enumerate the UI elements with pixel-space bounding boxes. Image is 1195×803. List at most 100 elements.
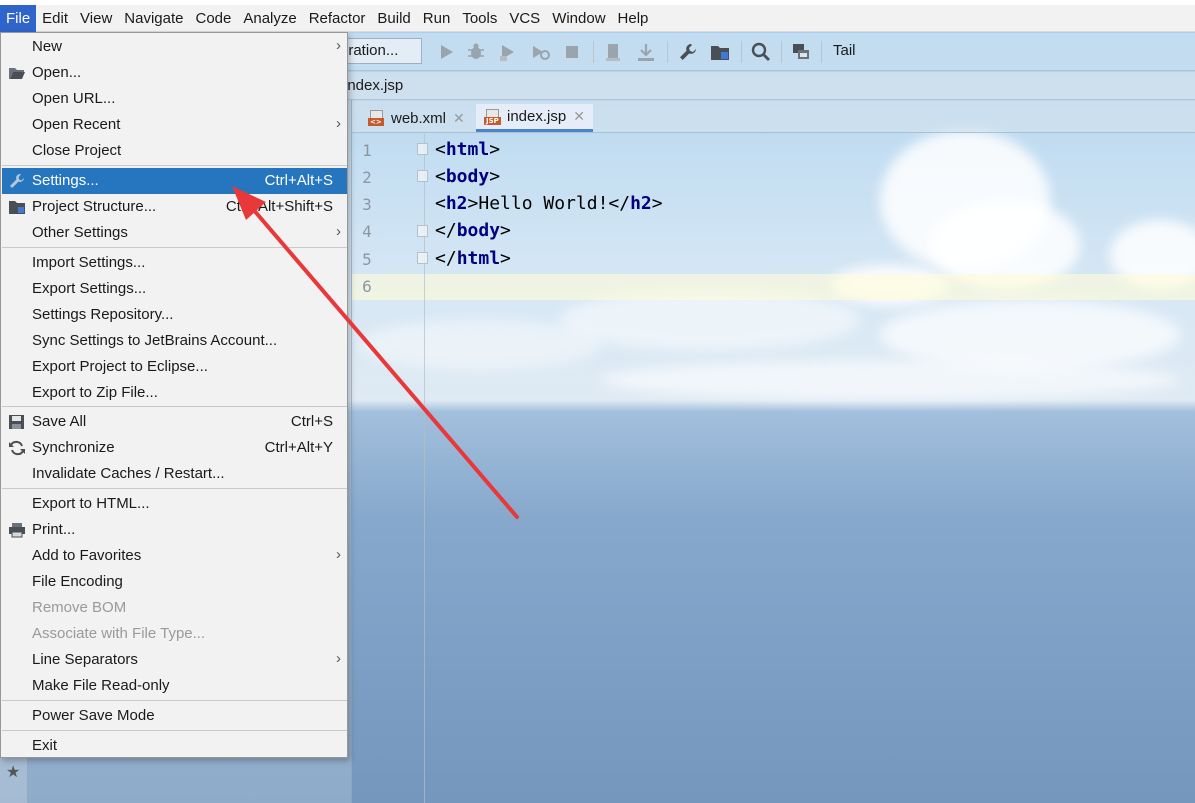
wrench-icon	[10, 174, 24, 188]
fold-marker-icon[interactable]	[417, 252, 428, 264]
menu-item-save-all[interactable]: Save All Ctrl+S	[2, 409, 347, 435]
menu-window[interactable]: Window	[546, 5, 611, 32]
search-icon[interactable]	[750, 41, 772, 63]
line-number: 6	[362, 277, 372, 296]
line-number: 3	[362, 195, 372, 214]
fold-marker-icon[interactable]	[417, 170, 428, 182]
menu-item-project-structure[interactable]: Project Structure... Ctrl+Alt+Shift+S	[2, 194, 347, 220]
menu-item-sync-settings[interactable]: Sync Settings to JetBrains Account...	[2, 328, 347, 354]
wrench-icon[interactable]	[677, 41, 699, 63]
menu-item-remove-bom: Remove BOM	[32, 599, 127, 616]
menu-item-export-eclipse[interactable]: Export Project to Eclipse...	[2, 354, 347, 380]
fold-marker-icon[interactable]	[417, 225, 428, 237]
menu-tools[interactable]: Tools	[456, 5, 503, 32]
menu-refactor[interactable]: Refactor	[303, 5, 372, 32]
submenu-arrow-icon: ›	[336, 37, 341, 54]
folder-open-icon	[9, 68, 25, 79]
menu-item-make-read-only[interactable]: Make File Read-only	[2, 673, 347, 699]
submenu-arrow-icon: ›	[336, 223, 341, 240]
stop-icon[interactable]	[561, 41, 583, 63]
print-icon	[9, 523, 25, 538]
menu-separator	[2, 700, 347, 701]
menu-edit[interactable]: Edit	[36, 5, 74, 32]
editor-tab-bar: <> web.xml ✕ JSP index.jsp ✕	[352, 101, 1195, 133]
tab-index-jsp[interactable]: JSP index.jsp ✕	[476, 104, 593, 132]
code-line[interactable]: <html>	[435, 139, 500, 160]
toolbar-separator	[741, 41, 742, 63]
menu-separator	[2, 165, 347, 166]
menu-item-synchronize[interactable]: Synchronize Ctrl+Alt+Y	[2, 435, 347, 461]
menu-item-export-zip[interactable]: Export to Zip File...	[2, 380, 347, 406]
menu-view[interactable]: View	[74, 5, 118, 32]
line-number: 1	[362, 141, 372, 160]
sync-icon	[9, 440, 25, 456]
run-coverage-icon[interactable]	[497, 41, 519, 63]
breadcrumb-file[interactable]: index.jsp	[344, 77, 403, 94]
favorites-star-icon[interactable]: ★	[6, 762, 20, 782]
file-menu-dropdown: New › Open... Open URL... Open Recent › …	[0, 32, 348, 758]
project-structure-icon[interactable]	[709, 41, 731, 63]
line-number: 5	[362, 250, 372, 269]
toolbar-separator	[667, 41, 668, 63]
line-number: 2	[362, 168, 372, 187]
submenu-arrow-icon: ›	[336, 546, 341, 563]
terminal-icon[interactable]	[790, 41, 812, 63]
menu-analyze[interactable]: Analyze	[237, 5, 302, 32]
code-line[interactable]: <body>	[435, 166, 500, 187]
menu-separator	[2, 406, 347, 407]
menu-item-associate-file-type: Associate with File Type...	[32, 625, 206, 642]
menu-file[interactable]: File	[0, 4, 37, 32]
profile-icon[interactable]	[529, 41, 551, 63]
debug-icon[interactable]	[465, 41, 487, 63]
menu-run[interactable]: Run	[417, 5, 457, 32]
tab-label: index.jsp	[507, 108, 567, 125]
code-line[interactable]: </body>	[435, 220, 511, 241]
submenu-arrow-icon: ›	[336, 115, 341, 132]
menu-code[interactable]: Code	[189, 5, 237, 32]
run-icon[interactable]	[435, 41, 457, 63]
menu-navigate[interactable]: Navigate	[118, 5, 189, 32]
menu-vcs[interactable]: VCS	[503, 5, 546, 32]
menu-item-export-settings[interactable]: Export Settings...	[2, 276, 347, 302]
build-icon[interactable]	[603, 41, 625, 63]
toolbar-separator	[593, 41, 594, 63]
menu-item-power-save-mode[interactable]: Power Save Mode	[2, 703, 347, 729]
menu-item-add-to-favorites[interactable]: Add to Favorites ›	[2, 543, 347, 569]
menu-item-exit[interactable]: Exit	[2, 733, 347, 759]
menu-build[interactable]: Build	[371, 5, 416, 32]
toolbar-separator	[781, 41, 782, 63]
toolbar-separator	[821, 41, 822, 63]
fold-marker-icon[interactable]	[417, 143, 428, 155]
code-line[interactable]: <h2>Hello World!</h2>	[435, 193, 663, 214]
menu-item-settings-repository[interactable]: Settings Repository...	[2, 302, 347, 328]
tab-web-xml[interactable]: <> web.xml ✕	[360, 104, 473, 132]
menu-item-invalidate-caches[interactable]: Invalidate Caches / Restart...	[2, 461, 347, 487]
close-tab-icon[interactable]: ✕	[453, 110, 465, 127]
menu-help[interactable]: Help	[612, 5, 655, 32]
xml-file-icon: <>	[368, 110, 386, 126]
close-tab-icon[interactable]: ✕	[573, 108, 585, 125]
menu-item-other-settings[interactable]: Other Settings ›	[2, 220, 347, 246]
submenu-arrow-icon: ›	[336, 650, 341, 667]
download-icon[interactable]	[635, 41, 657, 63]
menu-item-open-recent[interactable]: Open Recent ›	[2, 112, 347, 138]
jsp-file-icon: JSP	[484, 108, 502, 125]
menu-item-new[interactable]: New ›	[2, 34, 347, 60]
menu-item-print[interactable]: Print...	[2, 517, 347, 543]
menu-item-import-settings[interactable]: Import Settings...	[2, 250, 347, 276]
project-structure-icon	[9, 201, 25, 214]
code-line[interactable]: </html>	[435, 248, 511, 269]
menu-item-open[interactable]: Open...	[2, 60, 347, 86]
menu-separator	[2, 488, 347, 489]
menu-item-open-url[interactable]: Open URL...	[2, 86, 347, 112]
line-number: 4	[362, 222, 372, 241]
menu-separator	[2, 247, 347, 248]
current-line-highlight	[352, 274, 1195, 300]
menu-item-line-separators[interactable]: Line Separators ›	[2, 647, 347, 673]
tail-button[interactable]: Tail	[833, 42, 856, 59]
menu-item-export-html[interactable]: Export to HTML...	[2, 491, 347, 517]
menu-item-file-encoding[interactable]: File Encoding	[2, 569, 347, 595]
menu-separator	[2, 730, 347, 731]
menu-item-settings[interactable]: Settings... Ctrl+Alt+S	[2, 168, 347, 194]
menu-item-close-project[interactable]: Close Project	[2, 138, 347, 164]
